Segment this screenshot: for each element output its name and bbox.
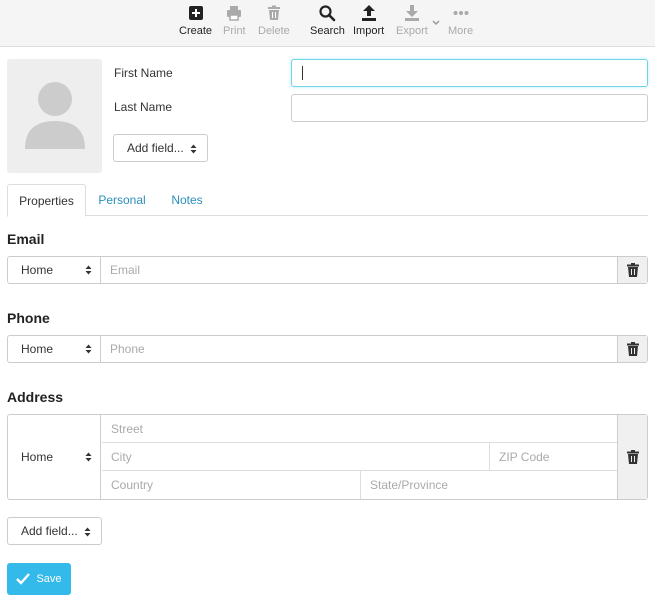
email-section-title: Email — [7, 231, 45, 247]
save-label: Save — [36, 573, 62, 585]
search-icon — [319, 5, 336, 22]
city-placeholder: City — [111, 449, 132, 464]
import-label: Import — [353, 25, 385, 37]
text-cursor — [302, 66, 303, 80]
phone-section-title: Phone — [7, 310, 50, 326]
city-input[interactable]: City — [102, 443, 490, 471]
phone-row: Home Phone — [7, 335, 648, 363]
delete-label: Delete — [258, 25, 290, 37]
state-placeholder: State/Province — [370, 478, 449, 492]
trash-icon — [626, 450, 639, 464]
create-label: Create — [179, 25, 213, 37]
print-label: Print — [223, 25, 246, 37]
email-input[interactable]: Email — [110, 263, 140, 277]
email-row: Home Email — [7, 256, 648, 284]
add-field-head-select[interactable]: Add field... — [113, 134, 208, 162]
email-type-select[interactable]: Home — [8, 257, 101, 283]
last-name-input[interactable] — [291, 94, 648, 122]
phone-delete-button[interactable] — [617, 336, 647, 362]
updown-arrow-icon — [85, 265, 92, 275]
save-button[interactable]: Save — [7, 563, 71, 595]
state-input[interactable]: State/Province — [361, 471, 618, 499]
add-field-label: Add field... — [21, 524, 78, 538]
search-label: Search — [310, 25, 345, 37]
updown-arrow-icon — [85, 344, 92, 354]
import-button[interactable]: Import — [353, 4, 384, 44]
add-field-select[interactable]: Add field... — [7, 517, 102, 545]
street-placeholder: Street — [111, 421, 144, 436]
phone-input[interactable]: Phone — [110, 342, 145, 356]
address-section-title: Address — [7, 389, 64, 405]
tab-notes-label: Notes — [171, 193, 203, 207]
phone-type-value: Home — [21, 342, 54, 356]
more-button[interactable]: More — [448, 4, 473, 44]
delete-button[interactable]: Delete — [258, 4, 290, 44]
more-label: More — [448, 25, 474, 37]
street-input[interactable]: Street — [102, 415, 618, 443]
print-button[interactable]: Print — [223, 4, 246, 44]
printer-icon — [227, 6, 242, 21]
email-delete-button[interactable] — [617, 257, 647, 283]
download-icon — [404, 5, 419, 21]
email-type-value: Home — [21, 263, 54, 277]
plus-square-icon — [188, 6, 203, 20]
country-placeholder: Country — [111, 478, 154, 492]
updown-arrow-icon — [84, 527, 91, 537]
first-name-label: First Name — [114, 66, 173, 80]
zip-placeholder: ZIP Code — [499, 449, 550, 464]
address-type-select[interactable]: Home — [8, 415, 101, 499]
address-row: Home Street City ZIP Code Country State/… — [7, 414, 648, 500]
tab-notes[interactable]: Notes — [161, 184, 213, 216]
last-name-label: Last Name — [114, 100, 173, 114]
search-button[interactable]: Search — [310, 4, 345, 44]
address-delete-button[interactable] — [617, 415, 647, 499]
tab-properties[interactable]: Properties — [7, 184, 86, 217]
trash-icon — [626, 342, 639, 356]
address-type-value: Home — [21, 450, 54, 464]
checkmark-icon — [16, 573, 31, 585]
add-field-head-label: Add field... — [127, 141, 184, 155]
chevron-down-icon[interactable] — [432, 20, 440, 26]
tab-properties-label: Properties — [19, 193, 74, 208]
first-name-input[interactable] — [291, 59, 648, 87]
phone-type-select[interactable]: Home — [8, 336, 101, 362]
export-button[interactable]: Export — [396, 4, 428, 44]
upload-icon — [361, 5, 376, 21]
country-input[interactable]: Country — [102, 471, 361, 499]
zip-input[interactable]: ZIP Code — [490, 443, 618, 471]
tab-personal-label: Personal — [98, 193, 146, 207]
updown-arrow-icon — [85, 452, 92, 462]
trash-icon — [267, 5, 280, 20]
create-button[interactable]: Create — [179, 4, 212, 44]
contact-photo[interactable] — [7, 59, 102, 173]
more-dots-icon — [453, 11, 469, 15]
person-placeholder-icon — [25, 82, 85, 149]
tab-bar: Properties Personal Notes — [7, 184, 648, 217]
toolbar: Create Print Delete Search Import Export… — [0, 0, 655, 47]
tab-personal[interactable]: Personal — [89, 184, 155, 216]
updown-arrow-icon — [190, 144, 197, 154]
export-label: Export — [396, 25, 428, 37]
trash-icon — [626, 263, 639, 277]
